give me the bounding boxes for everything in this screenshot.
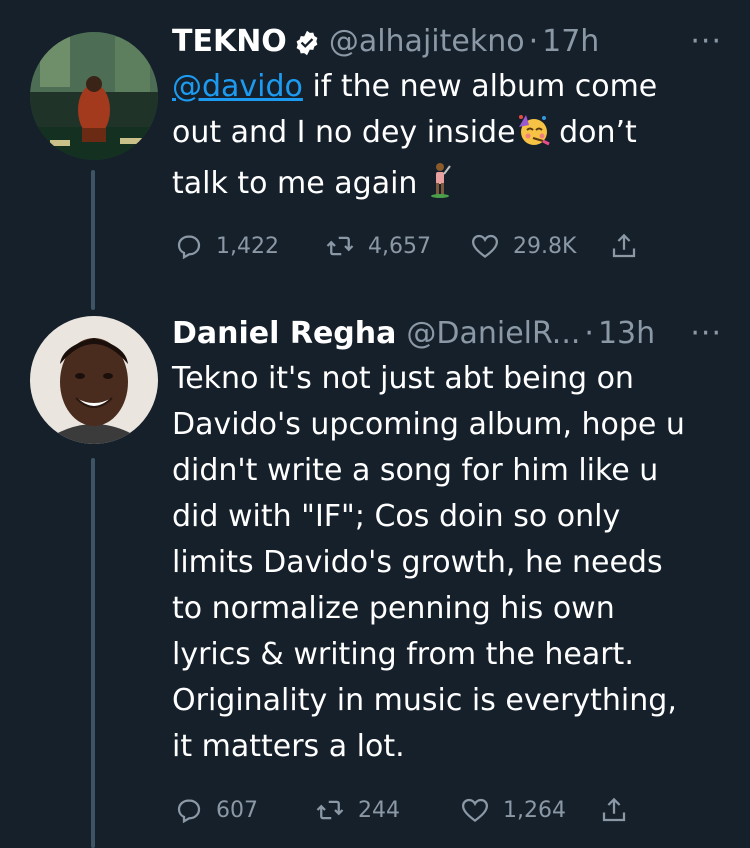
tweet-text-line: don’t [549, 115, 637, 150]
timestamp[interactable]: 13h [598, 314, 655, 354]
display-name[interactable]: TEKNO [172, 22, 287, 62]
display-name[interactable]: Daniel Regha [172, 314, 396, 354]
timestamp[interactable]: 17h [542, 22, 599, 62]
like-count: 1,264 [503, 797, 566, 823]
retweet-count: 4,657 [368, 233, 431, 259]
reply-button[interactable]: 1,422 [174, 231, 324, 261]
user-handle[interactable]: @alhajitekno [329, 22, 525, 62]
like-count: 29.8K [513, 233, 577, 259]
reply-icon [177, 799, 201, 824]
partying-face-icon [516, 113, 550, 161]
like-button[interactable]: 1,264 [459, 795, 599, 825]
tweet-text-line: out and I no dey inside [172, 115, 516, 150]
tweet-header: Daniel Regha @DanielR... · 13h ··· [172, 314, 726, 354]
tweet-text-line: lyrics & writing from the heart. [172, 637, 634, 672]
reply-button[interactable]: 607 [174, 795, 314, 825]
avatar-tekno[interactable] [30, 32, 158, 160]
tweet-text-line: limits Davido's growth, he needs [172, 545, 663, 580]
reply-count: 607 [216, 797, 258, 823]
separator-dot: · [584, 316, 594, 351]
avatar-tekno-image [30, 32, 158, 160]
more-options-icon[interactable]: ··· [690, 314, 726, 354]
tweet-text-line: didn't write a song for him like u [172, 453, 659, 488]
tweet-text-line: talk to me again [172, 166, 427, 201]
retweet-button[interactable]: 4,657 [324, 231, 469, 261]
share-icon [602, 797, 626, 822]
retweet-button[interactable]: 244 [314, 795, 459, 825]
retweet-count: 244 [358, 797, 400, 823]
avatar-daniel-image [30, 316, 158, 444]
reply-count: 1,422 [216, 233, 279, 259]
tweet-actions: 607 244 1,264 [174, 794, 629, 826]
more-options-icon[interactable]: ··· [690, 22, 726, 62]
tweet-text-line: did with "IF"; Cos doin so only [172, 499, 621, 534]
tweet-header: TEKNO @alhajitekno · 17h ··· [172, 22, 726, 62]
mention-link[interactable]: @davido [172, 69, 303, 104]
thread-line-bottom [91, 458, 95, 848]
user-handle[interactable]: @DanielR... [406, 314, 580, 354]
share-button[interactable] [599, 794, 629, 826]
retweet-icon [326, 236, 354, 256]
tweet-text-line: to normalize penning his own [172, 591, 615, 626]
thread-line-top [91, 170, 95, 310]
separator-dot: · [528, 24, 539, 59]
person-golfing-icon [427, 162, 453, 212]
verified-badge-icon [293, 28, 321, 56]
tweet-text-line: Davido's upcoming album, hope u [172, 407, 685, 442]
like-button[interactable]: 29.8K [469, 231, 609, 261]
tweet-text-line: it matters a lot. [172, 729, 405, 764]
heart-icon [471, 234, 499, 259]
share-icon [612, 233, 636, 258]
tweet-text-line: Tekno it's not just abt being on [172, 361, 634, 396]
retweet-icon [316, 800, 344, 820]
reply-icon [177, 235, 201, 260]
heart-icon [461, 798, 489, 823]
tweet-text-line: if the new album come [302, 69, 658, 104]
share-button[interactable] [609, 230, 639, 262]
avatar-daniel-regha[interactable] [30, 316, 158, 444]
tweet-actions: 1,422 4,657 29.8K [174, 230, 639, 262]
tweet-text: Tekno it's not just abt being on Davido'… [172, 356, 726, 770]
tweet-text: @davido if the new album come out and I … [172, 64, 726, 212]
tweet-text-line: Originality in music is everything, [172, 683, 677, 718]
